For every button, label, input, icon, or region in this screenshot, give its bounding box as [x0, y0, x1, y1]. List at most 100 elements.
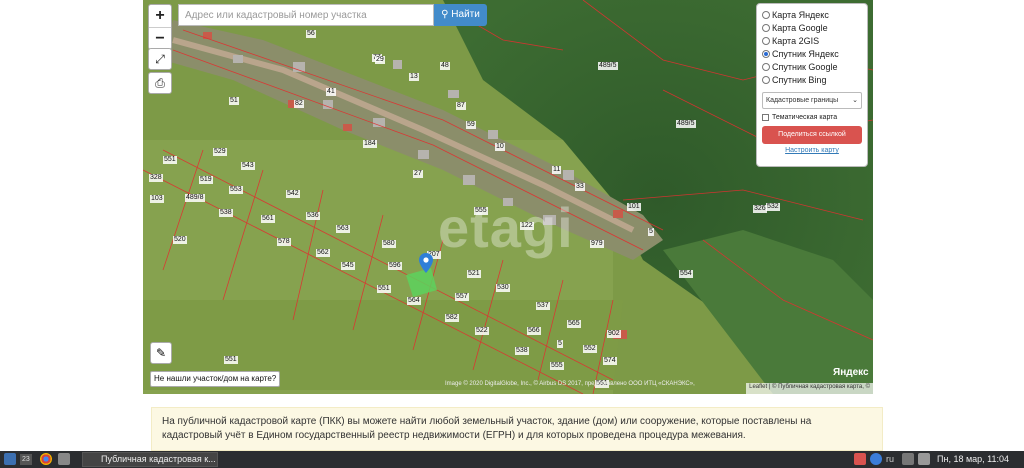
parcel-number: 522 — [475, 327, 489, 335]
layer-option-label: Карта Яндекс — [772, 9, 829, 20]
zoom-in-button[interactable]: + — [149, 5, 171, 27]
start-menu-icon[interactable] — [4, 453, 16, 465]
expand-icon: ⤢ — [155, 52, 165, 66]
parcel-number: 489/8 — [185, 194, 205, 202]
print-button[interactable]: ⎙ — [148, 72, 172, 94]
thematic-map-toggle[interactable]: Тематическая карта — [762, 114, 862, 121]
thematic-map-checkbox[interactable] — [762, 114, 769, 121]
printer-icon: ⎙ — [155, 76, 165, 90]
parcel-number: 554 — [679, 270, 693, 278]
zoom-control: + − — [148, 4, 172, 50]
workspace-badge[interactable]: 23 — [20, 454, 32, 465]
parcel-number: 29 — [375, 56, 385, 64]
parcel-number: 578 — [277, 238, 291, 246]
parcel-number: 565 — [567, 320, 581, 328]
parcel-number: 521 — [467, 270, 481, 278]
parcel-number: 563 — [336, 225, 350, 233]
measure-button[interactable]: ✎ — [150, 342, 172, 364]
map-attribution[interactable]: Leaflet | © Публичная кадастровая карта,… — [746, 383, 873, 394]
taskbar-window-browser[interactable]: Публичная кадастровая к... — [82, 452, 218, 467]
parcel-number: 551 — [163, 156, 177, 164]
parcel-number: 33 — [575, 183, 585, 191]
parcel-number: 101 — [627, 203, 641, 211]
layer-option[interactable]: Карта Google — [762, 21, 862, 34]
layer-option[interactable]: Спутник Bing — [762, 73, 862, 86]
file-manager-icon[interactable] — [58, 453, 70, 465]
parcel-number: 328 — [149, 174, 163, 182]
layer-option-label: Спутник Google — [772, 61, 838, 72]
parcel-number: 555 — [474, 207, 488, 215]
chrome-icon[interactable] — [40, 453, 52, 465]
parcel-number: 529 — [213, 148, 227, 156]
network-icon[interactable] — [870, 453, 882, 465]
parcel-number: 103 — [150, 195, 164, 203]
chevron-down-icon: ⌄ — [852, 97, 858, 104]
ruler-icon: ✎ — [155, 346, 167, 360]
radio-button[interactable] — [762, 10, 770, 19]
parcel-number: 489/5 — [598, 62, 618, 70]
layer-options: Карта Яндекс Карта Google Карта 2GIS Спутни… — [762, 8, 862, 86]
parcel-number: 562 — [316, 249, 330, 257]
parcel-number: 536 — [306, 212, 320, 220]
parcel-number: 979 — [590, 240, 604, 248]
location-marker-icon[interactable] — [419, 253, 433, 273]
layer-option-label: Карта 2GIS — [772, 35, 820, 46]
parcel-number: 56 — [306, 30, 316, 38]
parcel-number: 551 — [224, 356, 238, 364]
parcel-number: 41 — [326, 88, 336, 96]
layer-option[interactable]: Спутник Google — [762, 60, 862, 73]
parcel-number: 82 — [294, 100, 304, 108]
radio-button[interactable] — [762, 62, 770, 71]
not-found-button[interactable]: Не нашли участок/дом на карте? — [150, 371, 281, 387]
setup-map-link[interactable]: Настроить карту — [762, 147, 862, 154]
parcel-number: 532 — [766, 203, 780, 211]
parcel-number: 5 — [557, 340, 563, 348]
boundary-select[interactable]: Кадастровые границы ⌄ — [762, 92, 862, 109]
parcel-number: 27 — [413, 170, 423, 178]
parcel-number: 10 — [495, 143, 505, 151]
share-link-button[interactable]: Поделиться ссылкой — [762, 126, 862, 144]
tray-icon[interactable] — [902, 453, 914, 465]
parcel-number: 59 — [466, 121, 476, 129]
zoom-out-button[interactable]: − — [149, 27, 171, 49]
radio-button[interactable] — [762, 23, 770, 32]
search-button[interactable]: ⚲ Найти — [434, 4, 487, 26]
map-view[interactable]: etagi 5677291348489/55182418759489/55515… — [143, 0, 873, 394]
search-input[interactable]: Адрес или кадастровый номер участка — [178, 4, 434, 26]
parcel-number: 574 — [603, 357, 617, 365]
parcel-number: 538 — [219, 209, 233, 217]
parcel-number: 552 — [583, 345, 597, 353]
parcel-number: 557 — [455, 293, 469, 301]
clock[interactable]: Пн, 18 мар, 11:04 — [937, 453, 1009, 466]
parcel-number: 13 — [409, 73, 419, 81]
fullscreen-button[interactable]: ⤢ — [148, 48, 172, 70]
watermark: etagi — [438, 196, 574, 259]
parcel-number: 553 — [229, 186, 243, 194]
layer-option-label: Спутник Яндекс — [772, 48, 839, 59]
page: etagi 5677291348489/55182418759489/55515… — [0, 0, 1024, 468]
parcel-number: 122 — [520, 222, 534, 230]
radio-button[interactable] — [762, 49, 770, 58]
boundary-select-value: Кадастровые границы — [766, 97, 839, 104]
language-indicator[interactable]: ru — [886, 453, 894, 466]
parcel-number: 11 — [552, 166, 562, 174]
volume-icon[interactable] — [918, 453, 930, 465]
radio-button[interactable] — [762, 36, 770, 45]
parcel-number: 542 — [286, 190, 300, 198]
notification-icon[interactable] — [854, 453, 866, 465]
parcel-number: 489/5 — [676, 120, 696, 128]
radio-button[interactable] — [762, 75, 770, 84]
parcel-number: 520 — [173, 236, 187, 244]
parcel-number: 545 — [341, 262, 355, 270]
layer-option[interactable]: Карта Яндекс — [762, 8, 862, 21]
layer-option[interactable]: Спутник Яндекс — [762, 47, 862, 60]
layer-option[interactable]: Карта 2GIS — [762, 34, 862, 47]
search-icon: ⚲ — [441, 9, 449, 20]
parcel-number: 5 — [648, 228, 654, 236]
layers-panel: Карта Яндекс Карта Google Карта 2GIS Спутни… — [756, 3, 868, 167]
parcel-number: 48 — [440, 62, 450, 70]
parcel-number: 566 — [527, 327, 541, 335]
search-button-label: Найти — [451, 9, 480, 20]
parcel-number: 555 — [550, 362, 564, 370]
yandex-logo: Яндекс — [833, 367, 869, 378]
